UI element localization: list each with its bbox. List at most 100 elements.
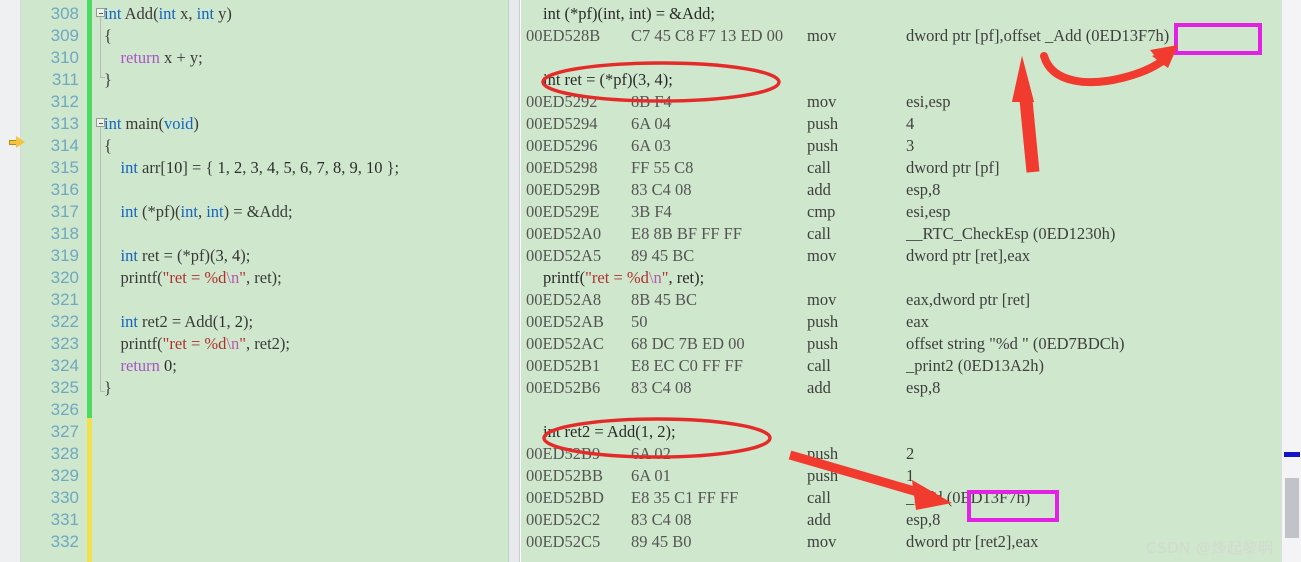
disassembly-scrollbar[interactable]: [1281, 0, 1301, 562]
disassembly-address: 00ED52B6: [526, 378, 601, 397]
line-number: 330: [50, 488, 79, 507]
line-number: 328: [50, 444, 79, 463]
disassembly-mnemonic: push: [807, 334, 839, 353]
disassembly-address: 00ED52A5: [526, 246, 602, 265]
disassembly-operands: 1: [906, 466, 915, 485]
disassembly-mnemonic: add: [807, 510, 831, 529]
disassembly-pane[interactable]: int (*pf)(int, int) = &Add; 00ED528B C7 45…: [521, 0, 1281, 562]
source-line: }: [104, 70, 112, 89]
line-number: 325: [50, 378, 79, 397]
disassembly-address: 00ED52AB: [526, 312, 604, 331]
disassembly-address: 00ED529E: [526, 202, 600, 221]
scrollbar-thumb[interactable]: [1285, 478, 1299, 538]
disassembly-operands: esp,8: [906, 180, 941, 199]
disassembly-bytes: 6A 02: [631, 444, 671, 463]
line-number: 326: [50, 400, 79, 419]
disassembly-source-line: int (*pf)(int, int) = &Add;: [543, 4, 715, 23]
line-number: 311: [51, 70, 79, 89]
disassembly-address: 00ED52C5: [526, 532, 601, 551]
source-line: int arr[10] = { 1, 2, 3, 4, 5, 6, 7, 8, …: [120, 158, 400, 177]
source-line: int (*pf)(int, int) = &Add;: [120, 202, 293, 221]
disassembly-address: 00ED5292: [526, 92, 598, 111]
disassembly-operands: esi,esp: [906, 202, 951, 221]
disassembly-bytes: 83 C4 08: [631, 180, 692, 199]
disassembly-bytes: E8 8B BF FF FF: [631, 224, 742, 243]
line-number: 318: [50, 224, 79, 243]
source-line: int ret = (*pf)(3, 4);: [120, 246, 251, 265]
disassembly-address: 00ED5294: [526, 114, 598, 133]
source-code-pane[interactable]: 308 309 310 311 312 313 314 315 316 317 318 319 320 3…: [0, 0, 508, 562]
disassembly-mnemonic: push: [807, 114, 839, 133]
line-number: 316: [50, 180, 79, 199]
source-line: printf("ret = %d\n", ret2);: [120, 334, 291, 353]
disassembly-operands: __RTC_CheckEsp (0ED1230h): [906, 224, 1116, 243]
fold-line-add: [100, 17, 101, 77]
disassembly-mnemonic: call: [807, 158, 831, 177]
disassembly-address: 00ED52C2: [526, 510, 601, 529]
disassembly-operands: eax,dword ptr [ret]: [906, 290, 1031, 309]
source-line: {: [104, 26, 112, 45]
line-number: 310: [50, 48, 79, 67]
current-line-arrow-icon[interactable]: [9, 136, 25, 149]
disassembly-mnemonic: push: [807, 466, 839, 485]
disassembly-source-line: int ret2 = Add(1, 2);: [543, 422, 676, 441]
disassembly-bytes: 89 45 B0: [631, 532, 692, 551]
disassembly-mnemonic: mov: [807, 290, 837, 309]
source-line: int main(void): [104, 114, 199, 133]
disassembly-source-line: int ret = (*pf)(3, 4);: [543, 70, 673, 89]
line-number: 315: [50, 158, 79, 177]
disassembly-bytes: 8B F4: [631, 92, 672, 111]
disassembly-bytes: 6A 03: [631, 136, 671, 155]
editor-outer-margin: [0, 0, 21, 562]
line-number: 332: [50, 532, 79, 551]
disassembly-address: 00ED529B: [526, 180, 601, 199]
line-number: 324: [50, 356, 79, 375]
disassembly-bytes: E8 EC C0 FF FF: [631, 356, 743, 375]
disassembly-bytes: 8B 45 BC: [631, 290, 698, 309]
disassembly-mnemonic: call: [807, 488, 831, 507]
source-line: return x + y;: [120, 48, 203, 67]
disassembly-mnemonic: add: [807, 180, 831, 199]
line-number: 323: [50, 334, 79, 353]
line-number: 314: [50, 136, 79, 155]
line-number: 331: [50, 510, 79, 529]
disassembly-bytes: 89 45 BC: [631, 246, 695, 265]
watermark-text: CSDN @烽起黎明: [1146, 539, 1274, 557]
line-number: 321: [50, 290, 79, 309]
disassembly-address: 00ED528B: [526, 26, 601, 45]
disassembly-mnemonic: mov: [807, 246, 837, 265]
disassembly-operands: dword ptr [pf],offset _Add (0ED13F7h): [906, 26, 1170, 45]
disassembly-bytes: E8 35 C1 FF FF: [631, 488, 739, 507]
source-line: }: [104, 378, 112, 397]
disassembly-mnemonic: push: [807, 312, 839, 331]
source-line: {: [104, 136, 112, 155]
disassembly-mnemonic: add: [807, 378, 831, 397]
disassembly-operands: esi,esp: [906, 92, 951, 111]
disassembly-address: 00ED52BD: [526, 488, 604, 507]
source-line: int ret2 = Add(1, 2);: [120, 312, 254, 331]
line-number: 309: [50, 26, 79, 45]
line-number: 317: [50, 202, 79, 221]
pane-divider[interactable]: [508, 0, 520, 562]
line-number-gutter: 308 309 310 311 312 313 314 315 316 317 318 319 320 3…: [21, 0, 85, 562]
disassembly-bytes: 50: [631, 312, 648, 331]
disassembly-mnemonic: push: [807, 444, 839, 463]
disassembly-address: 00ED52A8: [526, 290, 602, 309]
disassembly-bytes: 3B F4: [631, 202, 672, 221]
disassembly-mnemonic: call: [807, 224, 831, 243]
disassembly-bytes: 68 DC 7B ED 00: [631, 334, 745, 353]
source-line: int Add(int x, int y): [104, 4, 232, 23]
disassembly-address: 00ED52B9: [526, 444, 601, 463]
disassembly-bytes: 6A 01: [631, 466, 671, 485]
line-number: 329: [50, 466, 79, 485]
change-bar-unsaved: [87, 0, 92, 418]
change-bar-saved: [87, 418, 92, 562]
source-line: printf("ret = %d\n", ret);: [120, 268, 282, 287]
disassembly-address: 00ED52B1: [526, 356, 601, 375]
line-number: 320: [50, 268, 79, 287]
disassembly-address: 00ED52BB: [526, 466, 604, 485]
disassembly-operands: dword ptr [pf]: [906, 158, 1000, 177]
disassembly-operands: 4: [906, 114, 915, 133]
disassembly-mnemonic: mov: [807, 532, 837, 551]
disassembly-operands: 2: [906, 444, 915, 463]
